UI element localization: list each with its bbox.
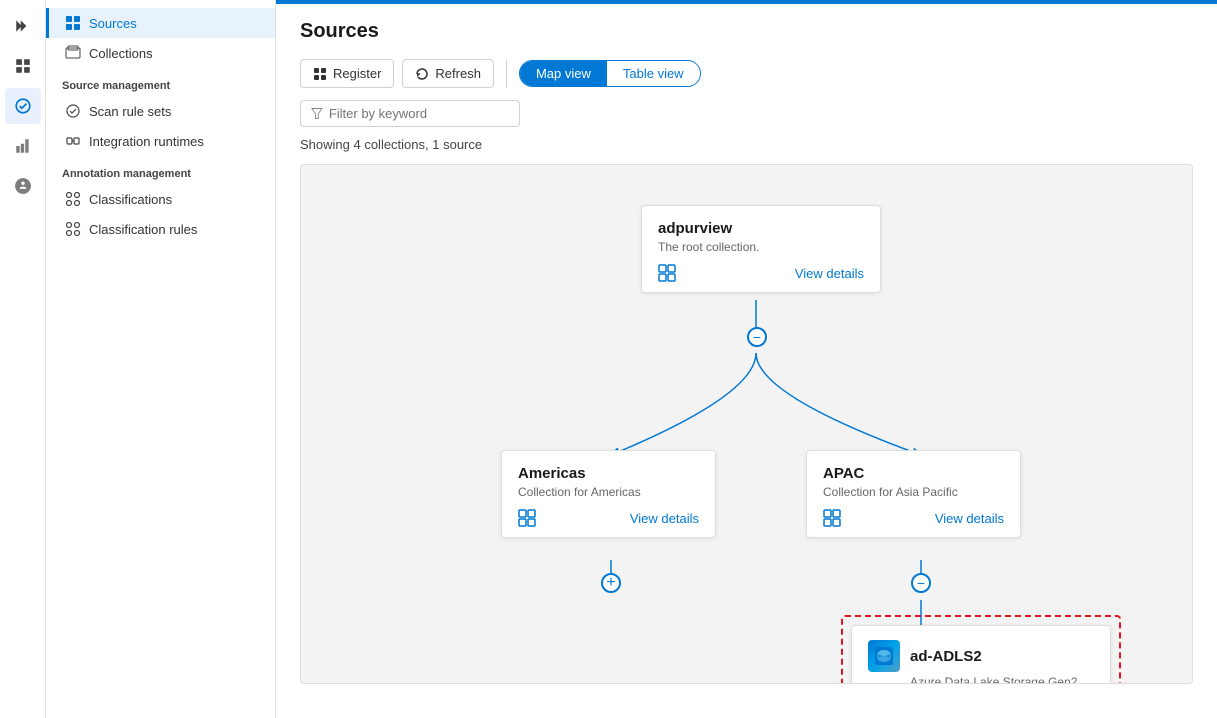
insights-nav-button[interactable]: [5, 128, 41, 164]
apac-grid-icon: [823, 509, 841, 527]
root-card-footer: View details: [658, 264, 864, 282]
source-card-wrapper: ad-ADLS2 Azure Data Lake Storage Gen2 ✏ …: [841, 615, 1121, 684]
map-canvas: adpurview The root collection. View deta…: [300, 164, 1193, 684]
page-title: Sources: [300, 20, 1193, 43]
table-view-button[interactable]: Table view: [607, 61, 700, 86]
apac-view-details-link[interactable]: View details: [935, 511, 1004, 526]
root-view-details-link[interactable]: View details: [795, 266, 864, 281]
source-management-section: Source management: [46, 68, 275, 96]
sidebar-item-classifications-label: Classifications: [89, 192, 172, 207]
americas-card-actions: [518, 509, 536, 527]
source-card-title: ad-ADLS2: [910, 648, 982, 665]
apac-card-footer: View details: [823, 509, 1004, 527]
sidebar-item-sources-label: Sources: [89, 16, 137, 31]
americas-card-footer: View details: [518, 509, 699, 527]
refresh-button[interactable]: Refresh: [402, 59, 494, 88]
annotation-management-section: Annotation management: [46, 156, 275, 184]
sidebar-item-integration-runtimes[interactable]: Integration runtimes: [46, 126, 275, 156]
source-card-header: ad-ADLS2: [868, 640, 1094, 672]
root-card-actions: [658, 264, 676, 282]
americas-card-subtitle: Collection for Americas: [518, 485, 699, 499]
americas-card-title: Americas: [518, 465, 699, 482]
root-card-subtitle: The root collection.: [658, 240, 864, 254]
filter-keyword-input[interactable]: [329, 106, 509, 121]
root-collection-card: adpurview The root collection. View deta…: [641, 205, 881, 293]
content-area: Sources Register Refresh Map view Table …: [276, 4, 1217, 718]
toolbar: Register Refresh Map view Table view: [300, 59, 1193, 88]
filter-icon: [311, 107, 323, 120]
sidebar-item-collections-label: Collections: [89, 46, 153, 61]
map-view-button[interactable]: Map view: [520, 61, 607, 86]
source-card: ad-ADLS2 Azure Data Lake Storage Gen2 ✏ …: [851, 625, 1111, 684]
apac-card-title: APAC: [823, 465, 1004, 482]
refresh-icon: [415, 67, 429, 81]
register-button[interactable]: Register: [300, 59, 394, 88]
root-collapse-button[interactable]: −: [747, 327, 767, 347]
adls2-storage-icon: [873, 645, 895, 667]
home-nav-button[interactable]: [5, 48, 41, 84]
management-nav-button[interactable]: [5, 168, 41, 204]
sidebar-item-classification-rules-label: Classification rules: [89, 222, 197, 237]
apac-card-actions: [823, 509, 841, 527]
sidebar-item-sources[interactable]: Sources: [46, 8, 275, 38]
source-title-group: ad-ADLS2: [910, 648, 982, 665]
americas-grid-icon: [518, 509, 536, 527]
filter-bar: [300, 100, 1193, 127]
apac-collapse-button[interactable]: −: [911, 573, 931, 593]
icon-bar: [0, 0, 46, 718]
sidebar: Sources Collections Source management Sc…: [46, 0, 276, 718]
sidebar-item-scan-rule-sets-label: Scan rule sets: [89, 104, 171, 119]
apac-collection-card: APAC Collection for Asia Pacific View de…: [806, 450, 1021, 538]
filter-input-wrapper[interactable]: [300, 100, 520, 127]
sidebar-item-scan-rule-sets[interactable]: Scan rule sets: [46, 96, 275, 126]
register-label: Register: [333, 66, 381, 81]
root-grid-icon: [658, 264, 676, 282]
expand-collapse-button[interactable]: [5, 8, 41, 44]
americas-collection-card: Americas Collection for Americas View de…: [501, 450, 716, 538]
sidebar-item-classification-rules[interactable]: Classification rules: [46, 214, 275, 244]
sidebar-item-collections[interactable]: Collections: [46, 38, 275, 68]
root-card-title: adpurview: [658, 220, 864, 237]
register-icon: [313, 67, 327, 81]
showing-text: Showing 4 collections, 1 source: [300, 137, 1193, 152]
view-toggle: Map view Table view: [519, 60, 701, 87]
source-card-subtitle: Azure Data Lake Storage Gen2: [910, 675, 1094, 684]
apac-card-subtitle: Collection for Asia Pacific: [823, 485, 1004, 499]
main-content: Sources Register Refresh Map view Table …: [276, 0, 1217, 718]
toolbar-divider: [506, 60, 507, 88]
sidebar-item-classifications[interactable]: Classifications: [46, 184, 275, 214]
adls2-icon: [868, 640, 900, 672]
americas-view-details-link[interactable]: View details: [630, 511, 699, 526]
americas-expand-button[interactable]: +: [601, 573, 621, 593]
catalog-nav-button[interactable]: [5, 88, 41, 124]
sidebar-item-integration-runtimes-label: Integration runtimes: [89, 134, 204, 149]
refresh-label: Refresh: [435, 66, 481, 81]
